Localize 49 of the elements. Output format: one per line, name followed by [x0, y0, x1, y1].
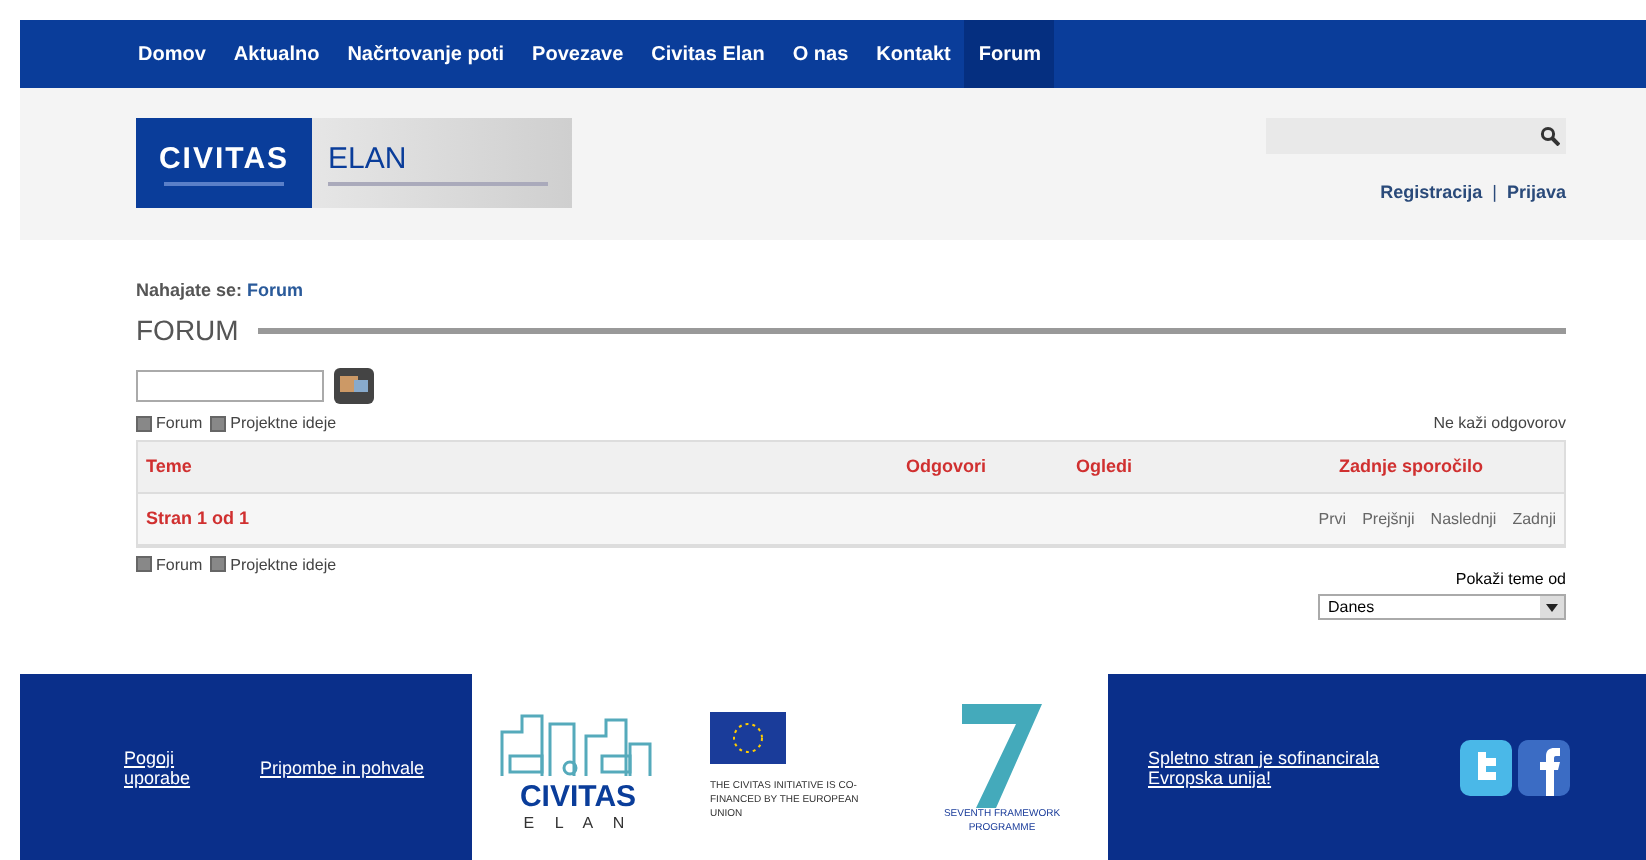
search-field[interactable] — [1266, 118, 1566, 154]
period-select[interactable]: Danes — [1318, 593, 1566, 619]
nav-link[interactable]: O nas — [778, 20, 863, 88]
search-field[interactable] — [136, 370, 324, 402]
pager-link[interactable]: Prvi — [1318, 509, 1347, 527]
nav-link[interactable]: Kontakt — [862, 20, 965, 88]
page-count: Stran 1 od 1 — [146, 508, 252, 528]
eu-flag-icon — [710, 712, 786, 764]
search-icon[interactable] — [1540, 126, 1560, 146]
login-link[interactable]: Prijava — [1506, 182, 1566, 202]
nav-link[interactable]: Povezave — [518, 20, 638, 88]
separator: | — [1492, 182, 1497, 202]
hide-replies-link[interactable]: Ne kaži odgovorov — [1433, 414, 1566, 435]
column-header: Zadnje sporočilo — [1336, 456, 1485, 476]
column-header: Odgovori — [906, 456, 988, 476]
facebook-icon[interactable] — [1518, 739, 1570, 795]
checkbox[interactable] — [136, 415, 152, 431]
breadcrumb-label: Nahajate se: — [136, 280, 245, 300]
logo-text: CIVITAS — [158, 141, 290, 175]
pager-link[interactable]: Naslednji — [1430, 509, 1497, 527]
twitter-icon[interactable] — [1460, 739, 1512, 795]
nav-link[interactable]: Načrtovanje poti — [333, 20, 519, 88]
filter-label: Forum — [156, 555, 203, 573]
checkbox[interactable] — [210, 556, 227, 572]
nav-link[interactable]: Civitas Elan — [637, 20, 779, 88]
feedback-link[interactable]: Pripombe in pohvale — [260, 757, 425, 777]
filter-label: Forum — [156, 414, 203, 432]
checkbox[interactable] — [136, 556, 152, 572]
pager-link[interactable]: Prejšnji — [1362, 509, 1415, 527]
nav-link[interactable]: Domov — [124, 20, 220, 88]
elan-logo-text: E L A N — [523, 813, 633, 831]
breadcrumb-link[interactable]: Forum — [247, 280, 304, 300]
civitas-logo-text: CIVITAS — [519, 779, 637, 813]
nav-link[interactable]: Aktualno — [219, 20, 334, 88]
search-button-icon[interactable] — [332, 366, 376, 406]
register-link[interactable]: Registracija — [1380, 182, 1483, 202]
show-topics-label: Pokaži teme od — [1455, 569, 1566, 587]
dropdown-icon[interactable] — [1540, 595, 1564, 617]
nav-link[interactable]: Forum — [964, 20, 1055, 88]
filter-label: Projektne ideje — [230, 414, 337, 432]
column-header: Teme — [146, 456, 194, 476]
column-header: Ogledi — [1076, 456, 1135, 476]
eu-funding-link[interactable]: Spletno stran je sofinancirala Evropska unija! — [1148, 747, 1388, 787]
checkbox[interactable] — [210, 415, 227, 431]
pager-link[interactable]: Zadnji — [1512, 509, 1556, 527]
terms-link[interactable]: Pogoji uporabe — [124, 747, 204, 787]
logo-text: ELAN — [328, 141, 409, 175]
page-title: FORUM — [136, 314, 239, 346]
filter-label: Projektne ideje — [230, 555, 337, 573]
